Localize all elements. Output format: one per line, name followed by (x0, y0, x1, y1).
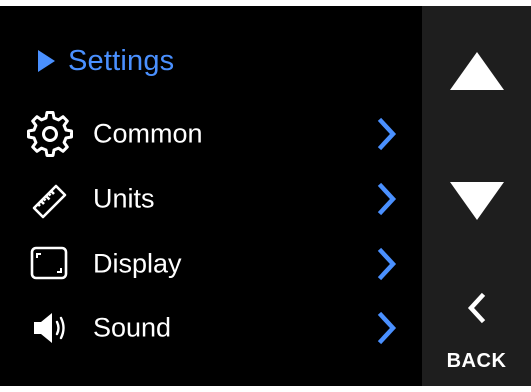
side-button-panel: BACK (422, 6, 531, 386)
menu-item-label: Display (93, 248, 182, 279)
chevron-right-icon (377, 182, 397, 216)
chevron-right-icon (377, 247, 397, 281)
page-title: Settings (68, 44, 175, 77)
menu-item-units[interactable]: Units (0, 174, 422, 224)
scroll-up-button[interactable] (422, 36, 531, 106)
menu-item-display[interactable]: Display (0, 239, 422, 289)
gear-icon (27, 111, 75, 157)
ruler-icon (27, 177, 75, 221)
chevron-left-icon (467, 292, 485, 324)
menu-item-sound[interactable]: Sound (0, 303, 422, 353)
menu-item-common[interactable]: Common (0, 109, 422, 159)
back-button[interactable]: BACK (422, 292, 531, 376)
menu-item-label: Units (93, 183, 155, 214)
speaker-icon (27, 306, 75, 350)
menu-item-label: Common (93, 118, 203, 149)
device-screen: Settings Common Units Display Sound BACK (0, 6, 531, 386)
settings-panel: Settings Common Units Display Sound (0, 6, 422, 386)
page-header: Settings (38, 44, 174, 78)
chevron-right-icon (377, 117, 397, 151)
menu-item-label: Sound (93, 312, 172, 343)
arrow-down-icon (449, 182, 504, 220)
caret-right-icon (38, 50, 55, 72)
arrow-up-icon (449, 52, 504, 90)
display-icon (27, 242, 75, 286)
chevron-right-icon (377, 311, 397, 345)
scroll-down-button[interactable] (422, 166, 531, 236)
back-label: BACK (446, 350, 507, 372)
